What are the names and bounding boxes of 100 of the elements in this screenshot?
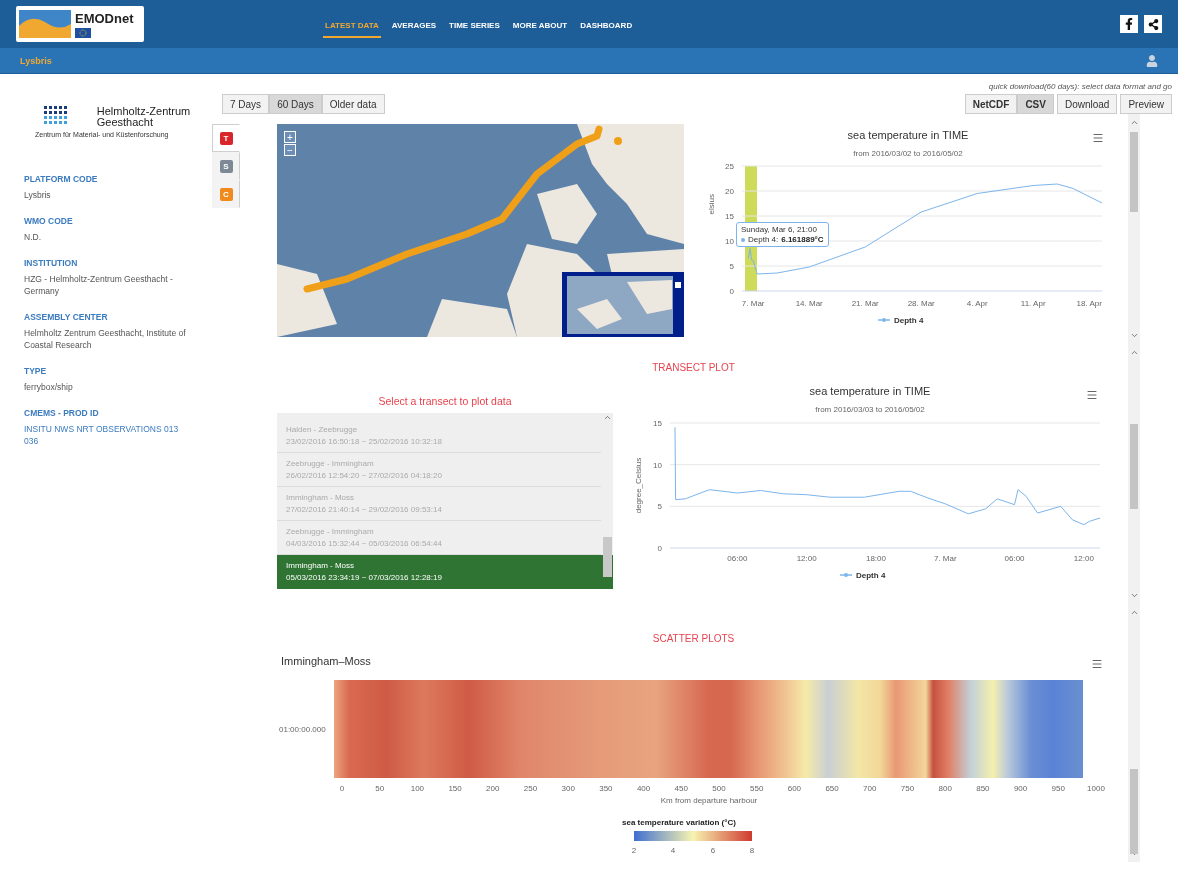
- range-button[interactable]: 7 Days: [222, 94, 270, 114]
- legend-label[interactable]: Depth 4: [894, 316, 924, 325]
- wave-logo-icon: [19, 10, 71, 38]
- y-tick-label: 10: [653, 460, 662, 470]
- section-title: SCATTER PLOTS: [651, 633, 736, 644]
- legend-label[interactable]: Depth 4: [856, 571, 886, 580]
- x-tick-label: 150: [448, 784, 462, 793]
- range-button[interactable]: 60 Days: [269, 94, 322, 114]
- heatmap-title: Immingham–Moss: [281, 655, 371, 667]
- range-button[interactable]: Older data: [321, 94, 385, 114]
- x-tick-label: 21. Mar: [851, 299, 879, 308]
- x-tick-label: 100: [410, 784, 425, 793]
- scroll-down-icon[interactable]: [1129, 591, 1139, 600]
- transect-period: 26/02/2016 12:54:20 ~ 27/02/2016 04:18:20: [286, 471, 443, 480]
- parameter-tab[interactable]: S: [212, 152, 240, 180]
- nav-link[interactable]: LATEST DATA: [323, 16, 381, 38]
- action-button[interactable]: Preview: [1120, 94, 1172, 114]
- x-tick-label: 750: [900, 784, 915, 793]
- y-tick-label: 25: [725, 162, 734, 171]
- field-label: CMEMS - PROD ID: [24, 408, 100, 418]
- share-icon[interactable]: [1144, 15, 1162, 33]
- field-label: TYPE: [24, 366, 48, 376]
- scrollbar-thumb[interactable]: [1130, 424, 1138, 509]
- x-tick-label: 850: [976, 784, 990, 793]
- scroll-up-icon[interactable]: [1129, 118, 1139, 127]
- nav-link[interactable]: TIME SERIES: [447, 16, 502, 38]
- scroll-up-icon[interactable]: [1129, 608, 1139, 617]
- quick-download-hint: quick download(60 days): select data format and go: [988, 82, 1172, 91]
- x-tick-label: 18:00: [865, 554, 886, 563]
- transect-period: 04/03/2016 15:32:44 ~ 05/03/2016 06:54:44: [286, 539, 443, 548]
- y-axis-label: degree_Celsius: [634, 457, 643, 514]
- x-tick-label: 50: [375, 784, 385, 793]
- x-tick-label: 06:00: [727, 554, 748, 563]
- transect-period: 23/02/2016 16:50:18 ~ 25/02/2016 10:32:18: [286, 437, 443, 446]
- nav-link[interactable]: MORE ABOUT: [510, 16, 570, 38]
- section-title: TRANSECT PLOT: [651, 362, 736, 373]
- institute-name: Helmholtz-Zentrum: [96, 106, 192, 117]
- facebook-icon[interactable]: [1120, 15, 1138, 33]
- format-button[interactable]: CSV: [1017, 94, 1054, 114]
- scrollbar-thumb[interactable]: [1130, 769, 1138, 854]
- x-tick-label: 7. Mar: [933, 554, 957, 563]
- x-tick-label: 18. Apr: [1076, 299, 1102, 308]
- nav-link[interactable]: AVERAGES: [389, 16, 439, 38]
- map-drawing[interactable]: [277, 124, 684, 337]
- chart-menu-icon[interactable]: [1091, 658, 1103, 670]
- logo-text: EMODnet: [75, 10, 134, 26]
- scrollbar-thumb[interactable]: [603, 537, 612, 577]
- field-label: INSTITUTION: [24, 258, 79, 268]
- x-tick-label: 400: [636, 784, 651, 793]
- scroll-down-icon[interactable]: [1129, 331, 1139, 340]
- nav-link[interactable]: DASHBOARD: [578, 16, 635, 38]
- scrollbar[interactable]: [1128, 604, 1140, 862]
- site-logo[interactable]: EMODnet: [16, 6, 144, 42]
- x-tick-label: 14. Mar: [795, 299, 823, 308]
- x-tick-label: 550: [750, 784, 764, 793]
- x-tick-label: 7. Mar: [741, 299, 765, 308]
- chart-menu-icon[interactable]: [1086, 389, 1098, 401]
- chart-menu-icon[interactable]: [1092, 132, 1104, 144]
- field-value: ferrybox/ship: [24, 381, 74, 393]
- chart-title: sea temperature in TIME: [847, 129, 969, 141]
- x-tick-label: 06:00: [1004, 554, 1025, 563]
- scrollbar[interactable]: [1128, 114, 1140, 344]
- series-dot-icon: [741, 237, 745, 242]
- chart-title: sea temperature in TIME: [809, 385, 931, 397]
- x-tick-label: 500: [712, 784, 726, 793]
- user-icon[interactable]: [1146, 54, 1158, 67]
- field-link[interactable]: INSITU NWS NRT OBSERVATIONS 013 036: [24, 423, 184, 447]
- x-tick-label: 0: [339, 784, 345, 793]
- parameter-letter[interactable]: S: [219, 159, 233, 173]
- zoom-out-button[interactable]: −: [284, 144, 296, 156]
- x-tick-label: 11. Apr: [1020, 299, 1046, 308]
- y-tick-label: 5: [729, 262, 734, 271]
- y-axis-label: 01:00:00.000: [279, 725, 326, 734]
- x-tick-label: 700: [863, 784, 877, 793]
- tooltip-series: Depth 4:: [748, 235, 779, 244]
- x-tick-label: 900: [1013, 784, 1028, 793]
- parameter-tab[interactable]: T: [212, 124, 240, 152]
- tooltip-time: Sunday, Mar 6, 21:00: [741, 225, 818, 234]
- x-tick-label: 250: [523, 784, 538, 793]
- tooltip-value: 6.161889°C: [781, 235, 824, 244]
- x-tick-label: 12:00: [1073, 554, 1094, 563]
- x-tick-label: 350: [599, 784, 613, 793]
- field-value: Lysbris: [24, 189, 52, 201]
- transect-item[interactable]: Immingham - Moss 05/03/2016 23:34:19 ~ 07/03/2016 12:28:19: [277, 555, 613, 589]
- scroll-up-icon[interactable]: [1129, 348, 1139, 357]
- field-value: Helmholtz Zentrum Geesthacht, Institute of Coastal Research: [24, 327, 187, 351]
- legend-tick-label: 6: [710, 846, 716, 855]
- field-label: PLATFORM CODE: [24, 174, 99, 184]
- zoom-in-button[interactable]: +: [284, 131, 296, 143]
- y-tick-label: 10: [725, 237, 734, 246]
- action-button[interactable]: Download: [1056, 94, 1118, 114]
- parameter-letter[interactable]: T: [219, 131, 233, 145]
- scrollbar-thumb[interactable]: [1130, 132, 1138, 212]
- x-tick-label: 450: [674, 784, 688, 793]
- scroll-up-icon[interactable]: [603, 413, 612, 422]
- transect-route: Halden - Zeebrugge: [286, 425, 359, 434]
- platform-name: Lysbris: [20, 55, 52, 66]
- legend-marker-icon: [839, 573, 853, 577]
- format-button[interactable]: NetCDF: [964, 94, 1018, 114]
- x-tick-label: 12:00: [796, 554, 817, 563]
